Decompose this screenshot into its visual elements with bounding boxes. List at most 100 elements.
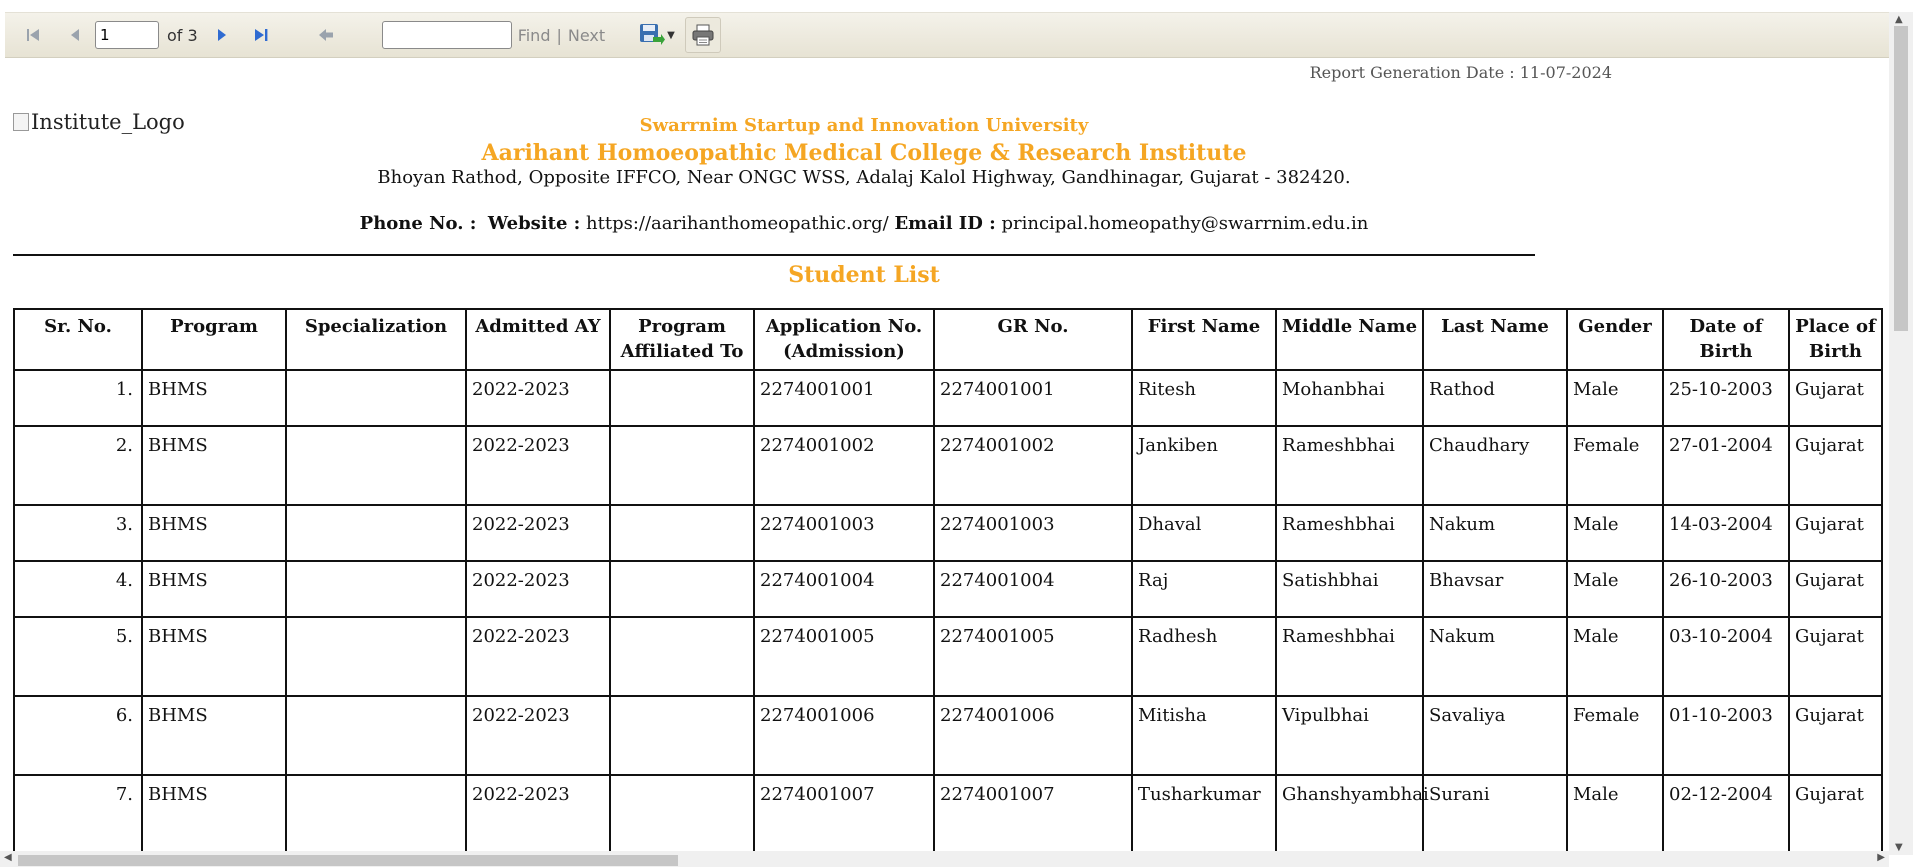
table-cell-place: Gujarat xyxy=(1788,369,1883,427)
table-cell-spec xyxy=(285,560,467,618)
table-cell-dob: 14-03-2004 xyxy=(1662,504,1790,562)
next-page-icon xyxy=(217,29,226,41)
table-cell-program: BHMS xyxy=(141,504,287,562)
table-cell-middle: Satishbhai xyxy=(1275,560,1424,618)
next-link[interactable]: Next xyxy=(568,26,605,45)
table-cell-first: Raj xyxy=(1131,560,1277,618)
table-cell-middle: Rameshbhai xyxy=(1275,425,1424,506)
header-divider xyxy=(13,254,1535,256)
table-cell-middle: Vipulbhai xyxy=(1275,695,1424,776)
column-header: Specialization xyxy=(285,308,467,371)
table-cell-middle: Ghanshyambhai xyxy=(1275,774,1429,851)
table-cell-aff xyxy=(609,774,755,851)
table-cell-program: BHMS xyxy=(141,369,287,427)
back-icon xyxy=(318,29,333,41)
previous-page-button[interactable] xyxy=(61,21,89,49)
table-cell-aff xyxy=(609,695,755,776)
table-cell-gender: Male xyxy=(1566,369,1664,427)
table-cell-gr: 2274001002 xyxy=(933,425,1133,506)
table-cell-first: Tusharkumar xyxy=(1131,774,1277,851)
table-cell-last: Savaliya xyxy=(1422,695,1568,776)
phone-label: Phone No. : xyxy=(359,213,477,234)
find-link[interactable]: Find xyxy=(518,26,551,45)
find-input[interactable] xyxy=(381,21,512,49)
student-list-title: Student List xyxy=(788,262,940,288)
page-count: of 3 xyxy=(167,25,198,45)
table-row: 4. BHMS 2022-2023 2274001004 2274001004 Raj Sa… xyxy=(13,560,1883,618)
scroll-left-icon[interactable]: ◀ xyxy=(4,852,12,863)
column-header: Program Affiliated To xyxy=(609,308,755,371)
first-page-button[interactable] xyxy=(19,21,47,49)
export-button[interactable]: ▼ xyxy=(639,23,675,47)
scroll-right-icon[interactable]: ▶ xyxy=(1877,852,1885,863)
table-cell-last: Chaudhary xyxy=(1422,425,1568,506)
table-cell-gr: 2274001006 xyxy=(933,695,1133,776)
college-address: Bhoyan Rathod, Opposite IFFCO, Near ONGC… xyxy=(377,167,1351,188)
table-cell-aff xyxy=(609,369,755,427)
table-cell-app: 2274001006 xyxy=(753,695,935,776)
table-cell-sr: 4. xyxy=(13,560,143,618)
table-cell-app: 2274001003 xyxy=(753,504,935,562)
vertical-scroll-thumb[interactable] xyxy=(1894,26,1908,331)
scroll-down-icon[interactable]: ▼ xyxy=(1895,842,1903,853)
contact-line: Phone No. : Website : https://aarihantho… xyxy=(0,213,1728,234)
column-header: Place of Birth xyxy=(1788,308,1883,371)
table-cell-place: Gujarat xyxy=(1788,695,1883,776)
table-cell-gender: Male xyxy=(1566,616,1664,697)
column-header: Admitted AY xyxy=(465,308,611,371)
table-cell-ay: 2022-2023 xyxy=(465,504,611,562)
table-cell-ay: 2022-2023 xyxy=(465,616,611,697)
previous-page-icon xyxy=(71,29,79,41)
table-cell-last: Rathod xyxy=(1422,369,1568,427)
first-page-icon xyxy=(27,29,39,41)
table-cell-spec xyxy=(285,369,467,427)
table-cell-gr: 2274001003 xyxy=(933,504,1133,562)
vertical-scrollbar[interactable]: ▲ ▼ xyxy=(1889,12,1913,855)
table-cell-last: Surani xyxy=(1422,774,1568,851)
table-cell-dob: 02-12-2004 xyxy=(1662,774,1790,851)
last-page-button[interactable] xyxy=(248,21,276,49)
horizontal-scrollbar[interactable]: ◀ ▶ xyxy=(0,851,1889,867)
table-cell-sr: 7. xyxy=(13,774,143,851)
table-cell-ay: 2022-2023 xyxy=(465,369,611,427)
horizontal-scroll-thumb[interactable] xyxy=(18,855,678,866)
table-cell-spec xyxy=(285,616,467,697)
student-table-viewport: Sr. No. Program Specialization Admitted … xyxy=(13,308,1889,851)
table-cell-gr: 2274001007 xyxy=(933,774,1133,851)
table-cell-gr: 2274001004 xyxy=(933,560,1133,618)
table-cell-sr: 5. xyxy=(13,616,143,697)
table-cell-middle: Mohanbhai xyxy=(1275,369,1424,427)
table-cell-ay: 2022-2023 xyxy=(465,560,611,618)
table-cell-aff xyxy=(609,560,755,618)
back-button[interactable] xyxy=(312,21,340,49)
table-cell-place: Gujarat xyxy=(1788,774,1883,851)
table-cell-gr: 2274001005 xyxy=(933,616,1133,697)
table-row: 3. BHMS 2022-2023 2274001003 2274001003 Dhava… xyxy=(13,504,1883,562)
table-cell-first: Dhaval xyxy=(1131,504,1277,562)
table-cell-dob: 27-01-2004 xyxy=(1662,425,1790,506)
table-cell-ay: 2022-2023 xyxy=(465,695,611,776)
table-cell-first: Radhesh xyxy=(1131,616,1277,697)
website-value: https://aarihanthomeopathic.org/ xyxy=(586,213,889,234)
page-number-input[interactable] xyxy=(95,21,159,49)
table-cell-aff xyxy=(609,616,755,697)
table-row: 1. BHMS 2022-2023 2274001001 2274001001 Rites… xyxy=(13,369,1883,427)
table-cell-last: Nakum xyxy=(1422,616,1568,697)
scroll-up-icon[interactable]: ▲ xyxy=(1895,14,1903,25)
print-button[interactable] xyxy=(684,17,721,53)
table-cell-app: 2274001002 xyxy=(753,425,935,506)
table-cell-program: BHMS xyxy=(141,695,287,776)
next-page-button[interactable] xyxy=(208,21,236,49)
column-header: Last Name xyxy=(1422,308,1568,371)
table-cell-gender: Male xyxy=(1566,774,1664,851)
table-cell-place: Gujarat xyxy=(1788,504,1883,562)
table-cell-gender: Male xyxy=(1566,560,1664,618)
table-cell-app: 2274001005 xyxy=(753,616,935,697)
table-row: 2. BHMS 2022-2023 2274001002 2274001002 Janki… xyxy=(13,425,1883,506)
college-name: Aarihant Homoeopathic Medical College & … xyxy=(481,140,1247,166)
table-cell-gender: Female xyxy=(1566,425,1664,506)
chevron-down-icon: ▼ xyxy=(667,29,675,41)
table-cell-place: Gujarat xyxy=(1788,560,1883,618)
table-cell-middle: Rameshbhai xyxy=(1275,504,1424,562)
email-label: Email ID : xyxy=(894,213,996,234)
